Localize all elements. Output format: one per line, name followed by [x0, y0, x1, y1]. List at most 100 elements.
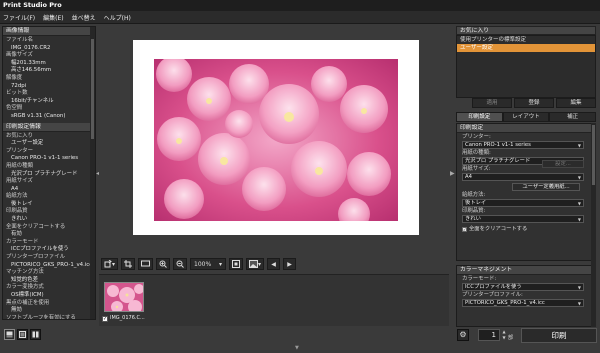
copies-stepper[interactable]: ▲ ▼	[501, 329, 507, 341]
favorite-item[interactable]: 使用プリンターの標準設定	[457, 36, 595, 44]
print-settings-section: 印刷設定 プリンター: Canon PRO-1 v1-1 series 用紙の種…	[456, 123, 596, 261]
arrow-right-icon: ▶	[287, 260, 292, 268]
printer-profile-select[interactable]: PICTORICO_GKS_PRO-1_v4.icc	[462, 299, 584, 307]
info-value: 無効	[11, 307, 22, 314]
clear-coat-option[interactable]: ✓ 全面をクリアコートする	[457, 225, 595, 233]
single-view-button[interactable]	[4, 329, 15, 340]
gear-icon[interactable]: ⚙	[457, 329, 469, 341]
info-panel-scrollbar[interactable]	[90, 27, 95, 319]
zoom-out-button[interactable]	[173, 258, 188, 270]
menu-help[interactable]: ヘルプ(H)	[104, 13, 131, 22]
settings-tabs: 印刷設定 レイアウト 補正	[456, 112, 597, 122]
chevron-down-icon[interactable]: ▼	[501, 335, 507, 341]
info-value: 高さ146.56mm	[11, 67, 52, 74]
info-label: カラー変換方式	[6, 284, 44, 291]
view-mode-button[interactable]	[138, 258, 154, 270]
thumbnail-image[interactable]	[104, 282, 144, 312]
window-title: Print Studio Pro	[0, 0, 600, 11]
info-section-list: お気に入り ユーザー設定 プリンター Canon PRO-1 v1-1 series 用…	[3, 132, 95, 319]
copies-input[interactable]: 1	[478, 329, 500, 341]
clear-coat-label: 全面をクリアコートする	[469, 226, 528, 232]
tab-correction[interactable]: 補正	[549, 112, 597, 122]
info-value: sRGB v1.31 (Canon)	[11, 112, 66, 119]
quality-settings-button[interactable]: 設定...	[542, 160, 584, 168]
zoom-select[interactable]: 100% ▾	[190, 258, 227, 270]
favorites-header[interactable]: お気に入り	[456, 26, 596, 35]
zoom-out-icon	[176, 260, 184, 268]
next-image-button[interactable]: ▶	[283, 258, 297, 270]
paper-size-select[interactable]: A4	[462, 173, 584, 181]
info-value: 有効	[11, 231, 22, 238]
screen-icon	[141, 260, 151, 267]
print-settings-header[interactable]: 印刷設定	[457, 124, 595, 133]
info-label: ビット数	[6, 90, 28, 97]
info-label: 用紙の種類	[6, 162, 33, 169]
collapse-right-icon[interactable]: ▶	[450, 170, 455, 178]
crop-button[interactable]	[121, 258, 136, 270]
print-button[interactable]: 印刷	[521, 328, 597, 343]
paper-type-label: 用紙の種類:	[462, 150, 491, 156]
info-label: 給紙方法	[6, 193, 28, 200]
crop-icon	[124, 260, 133, 268]
view-buttons	[4, 329, 41, 340]
info-label: 印刷品質	[6, 208, 28, 215]
zoom-in-icon	[159, 260, 167, 268]
color-management-header[interactable]: カラーマネジメント	[457, 266, 595, 275]
user-paper-size-button[interactable]: ユーザー定義用紙...	[512, 183, 580, 191]
prev-image-button[interactable]: ◀	[267, 258, 281, 270]
thumbnail-label: IMG_0176.C...	[110, 315, 145, 321]
zoom-in-button[interactable]	[156, 258, 171, 270]
apply-button[interactable]: 適用	[472, 98, 512, 108]
collapse-bottom-icon[interactable]: ▼	[295, 345, 299, 351]
clear-coat-checkbox[interactable]: ✓	[462, 226, 467, 232]
menu-bar: ファイル(F) 編集(E) 並べ替え ヘルプ(H)	[0, 11, 600, 24]
info-label: プリンター	[6, 147, 33, 154]
split-view-button[interactable]	[17, 329, 28, 340]
thumbnail-checkbox[interactable]: ✓	[102, 316, 108, 322]
favorites-buttons: 適用 登録 編集	[456, 98, 596, 109]
split-view-icon	[19, 331, 26, 338]
settings-scrollbar[interactable]	[591, 123, 596, 327]
photo-preview[interactable]	[154, 59, 398, 221]
info-section-list: ファイル名 IMG_0176.CR2 画像サイズ 幅201.33mm 高さ146.56m…	[3, 36, 95, 123]
feed-method-label: 給紙方法:	[462, 192, 486, 198]
menu-sort[interactable]: 並べ替え	[72, 13, 96, 22]
arrow-left-icon: ◀	[271, 260, 276, 268]
feed-method-select[interactable]: 後トレイ	[462, 199, 584, 207]
info-label: 画像サイズ	[6, 52, 33, 59]
rotate-icon	[104, 260, 112, 268]
preview-toolbar: ▾ 100% ▾ ▾ ◀ ▶	[101, 257, 446, 271]
favorite-item-selected[interactable]: ユーザー設定	[457, 44, 595, 52]
info-label: 用紙サイズ	[6, 178, 33, 185]
info-label: お気に入り	[6, 132, 33, 139]
image-icon	[249, 260, 259, 268]
printer-select[interactable]: Canon PRO-1 v1-1 series	[462, 141, 584, 149]
register-button[interactable]: 登録	[514, 98, 554, 108]
rotate-button[interactable]: ▾	[101, 258, 119, 270]
info-label: マッチング方法	[6, 269, 44, 276]
single-view-icon	[6, 331, 13, 338]
color-mode-select[interactable]: ICCプロファイルを使う	[462, 283, 584, 291]
zoom-value: 100%	[194, 260, 212, 268]
thumbnail-item[interactable]: ✓ IMG_0176.C...	[102, 280, 146, 324]
info-section-header[interactable]: 印刷設定情報	[3, 122, 95, 132]
info-panel: 画像情報 ファイル名 IMG_0176.CR2 画像サイズ 幅201.33mm 高さ146…	[2, 26, 96, 320]
tab-layout[interactable]: レイアウト	[502, 112, 550, 122]
info-value: 光沢プロ プラチナグレード	[11, 170, 78, 177]
display-mode-button[interactable]: ▾	[246, 258, 265, 270]
edit-button[interactable]: 編集	[556, 98, 596, 108]
print-quality-label: 印刷品質:	[462, 208, 486, 214]
info-section-header[interactable]: 画像情報	[3, 27, 95, 36]
compare-view-button[interactable]	[30, 329, 41, 340]
compare-view-icon	[32, 331, 39, 338]
copies-unit: 部	[508, 335, 514, 341]
fit-button[interactable]	[229, 258, 244, 270]
tab-print-settings[interactable]: 印刷設定	[456, 112, 503, 122]
menu-file[interactable]: ファイル(F)	[3, 13, 35, 22]
chevron-down-icon: ▾	[219, 260, 223, 268]
settings-panel: お気に入り 使用プリンターの標準設定 ユーザー設定 適用 登録 編集 印刷設定 …	[456, 26, 597, 327]
color-management-section: カラーマネジメント カラーモード: ICCプロファイルを使う プリンタープロファ…	[456, 265, 596, 327]
info-value: OS標準(ICM)	[11, 292, 44, 298]
menu-edit[interactable]: 編集(E)	[43, 13, 63, 22]
print-quality-select[interactable]: きれい	[462, 215, 584, 223]
